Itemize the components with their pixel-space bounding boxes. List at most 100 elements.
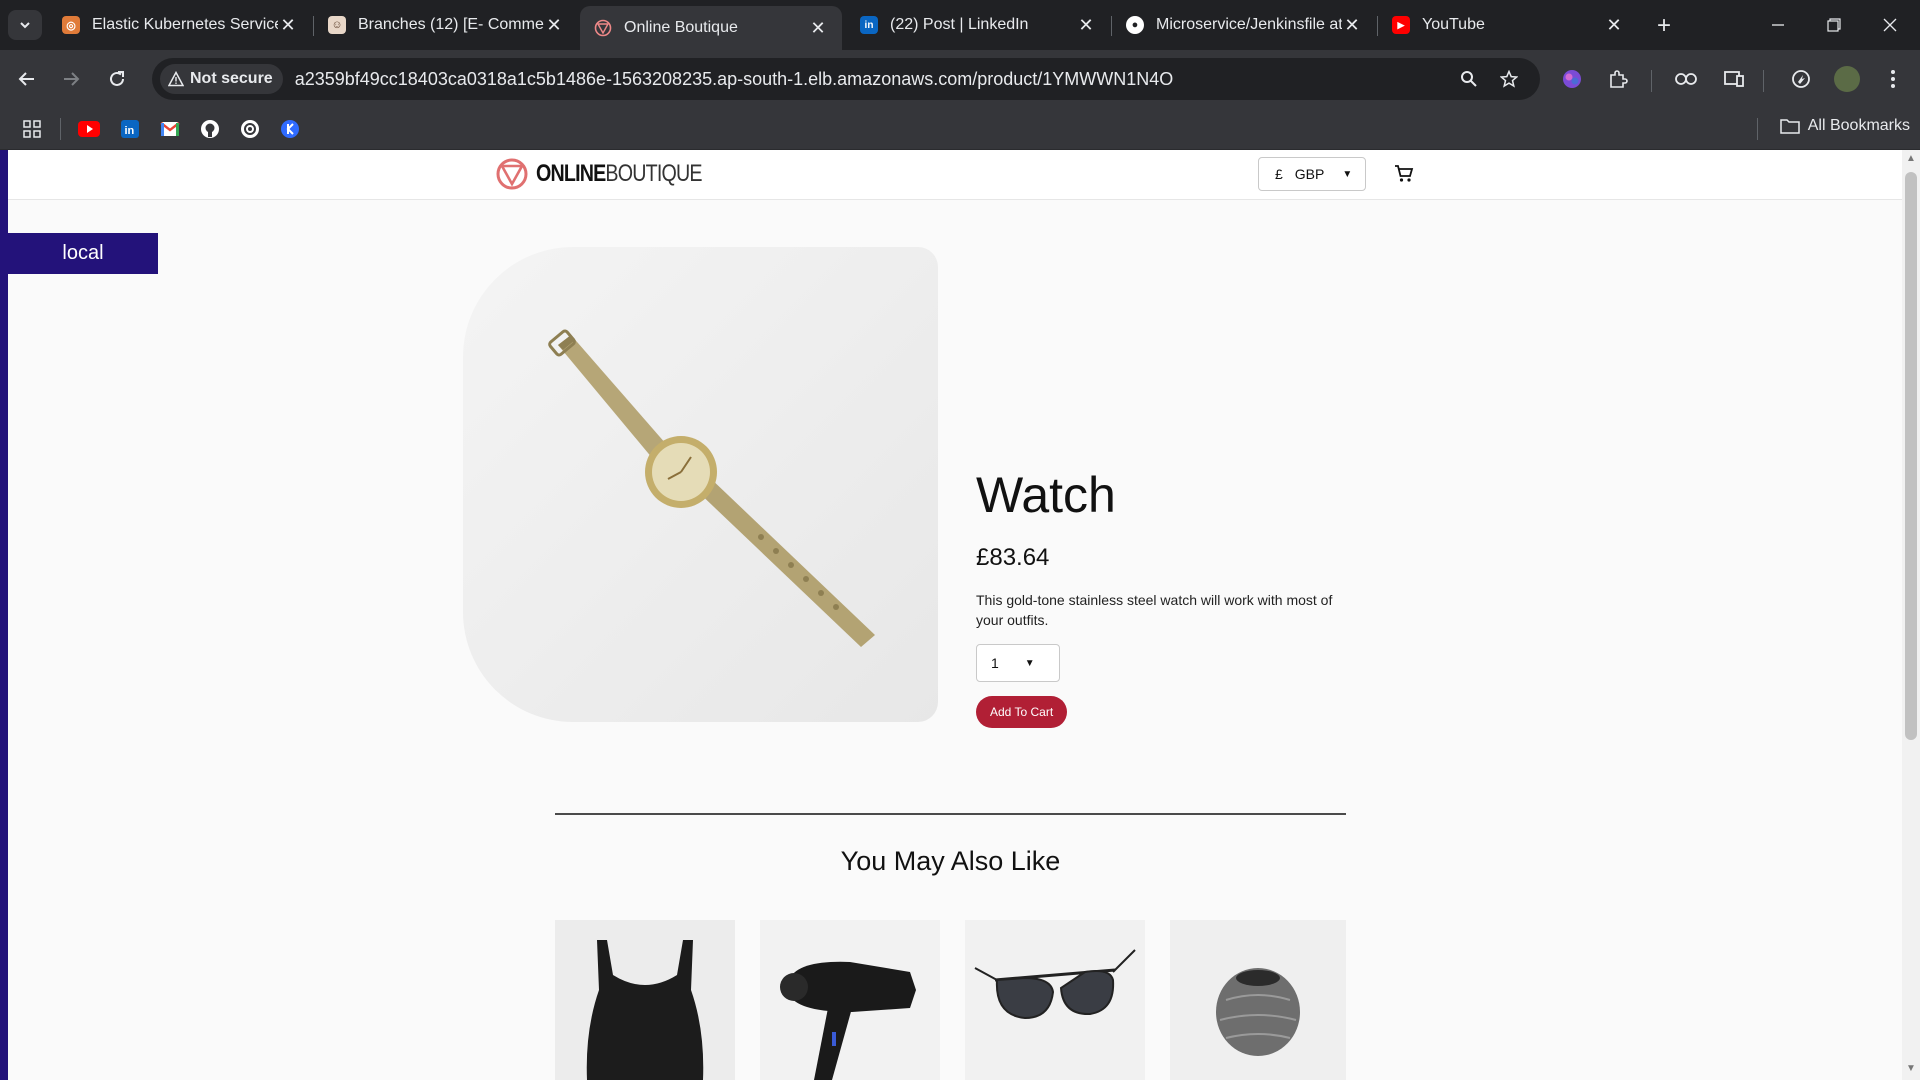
chatgpt-bookmark-icon[interactable] bbox=[238, 117, 262, 141]
link-icon bbox=[1675, 73, 1697, 85]
bookmarks-bar: in All Bookmarks bbox=[0, 108, 1920, 150]
aws-icon: ◎ bbox=[62, 16, 80, 34]
env-side-stripe bbox=[0, 150, 8, 1080]
cart-button[interactable] bbox=[1392, 162, 1416, 186]
bookmark-star-button[interactable] bbox=[1494, 64, 1524, 94]
all-bookmarks-button[interactable]: All Bookmarks bbox=[1780, 117, 1910, 135]
youtube-icon: ▶ bbox=[1392, 16, 1410, 34]
chevron-down-icon bbox=[20, 22, 30, 29]
tab-linkedin[interactable]: in (22) Post | LinkedIn ✕ bbox=[846, 6, 1110, 44]
recommendations-heading: You May Also Like bbox=[840, 846, 1061, 876]
security-label: Not secure bbox=[190, 70, 273, 87]
close-icon[interactable]: ✕ bbox=[1604, 15, 1624, 36]
toolbar-divider bbox=[1651, 70, 1652, 92]
tab-online-boutique[interactable]: Online Boutique ✕ bbox=[580, 6, 842, 50]
sunglasses-image[interactable] bbox=[965, 920, 1145, 1080]
apps-icon[interactable] bbox=[20, 117, 44, 141]
tab-label: Branches (12) [E- Commerce bbox=[358, 16, 544, 33]
security-chip[interactable]: Not secure bbox=[160, 64, 283, 94]
restore-button[interactable] bbox=[1814, 8, 1854, 42]
minimize-icon bbox=[1772, 24, 1784, 26]
logo-light: BOUTIQUE bbox=[605, 160, 702, 187]
browser-menu-button[interactable] bbox=[1878, 64, 1908, 94]
currency-select[interactable]: £ GBP ▼ bbox=[1258, 157, 1366, 191]
bookmark-divider bbox=[60, 118, 61, 140]
scroll-up-arrow-icon[interactable]: ▲ bbox=[1906, 154, 1916, 164]
kodekloud-bookmark-icon[interactable] bbox=[278, 117, 302, 141]
avatar bbox=[1834, 66, 1860, 92]
reload-button[interactable] bbox=[100, 62, 134, 96]
scrollbar-thumb[interactable] bbox=[1905, 172, 1917, 740]
youtube-bookmark-icon[interactable] bbox=[77, 117, 101, 141]
close-icon[interactable]: ✕ bbox=[1342, 15, 1362, 36]
tab-jenkins[interactable]: ☺ Branches (12) [E- Commerce ✕ bbox=[314, 6, 578, 44]
product-description: This gold-tone stainless steel watch wil… bbox=[976, 592, 1333, 628]
window-close-button[interactable] bbox=[1870, 8, 1910, 42]
tab-github[interactable]: ● Microservice/Jenkinsfile at ✕ bbox=[1112, 6, 1376, 44]
logo-bold: ONLINE bbox=[536, 160, 606, 187]
quantity-value: 1 bbox=[991, 655, 999, 671]
all-bookmarks-label: All Bookmarks bbox=[1807, 117, 1910, 134]
tab-label: Elastic Kubernetes Service | bbox=[92, 16, 278, 33]
back-button[interactable] bbox=[10, 62, 44, 96]
minimize-button[interactable] bbox=[1758, 8, 1798, 42]
plus-icon: + bbox=[1656, 12, 1671, 39]
tab-label: (22) Post | LinkedIn bbox=[890, 16, 1029, 33]
scroll-down-arrow-icon[interactable]: ▼ bbox=[1906, 1064, 1916, 1074]
brain-icon bbox=[1563, 70, 1581, 88]
puzzle-icon bbox=[1610, 70, 1628, 88]
bookmark-divider bbox=[1757, 118, 1758, 140]
close-icon bbox=[1883, 18, 1897, 32]
folder-icon bbox=[1780, 119, 1800, 134]
github-bookmark-icon[interactable] bbox=[198, 117, 222, 141]
extension-ai-button[interactable] bbox=[1557, 64, 1587, 94]
extensions-button[interactable] bbox=[1603, 64, 1633, 94]
profile-button[interactable] bbox=[1832, 64, 1862, 94]
zoom-button[interactable] bbox=[1454, 64, 1484, 94]
linkedin-icon: in bbox=[860, 16, 878, 34]
jenkins-icon: ☺ bbox=[328, 16, 346, 34]
tab-strip: ◎ Elastic Kubernetes Service | ✕ ☺ Branc… bbox=[0, 0, 1920, 50]
toolbar-divider bbox=[1763, 70, 1764, 92]
hairdryer-image[interactable] bbox=[760, 920, 940, 1080]
reload-icon bbox=[110, 71, 124, 86]
tab-youtube[interactable]: ▶ YouTube ✕ bbox=[1378, 6, 1638, 44]
caret-down-icon: ▼ bbox=[1342, 168, 1353, 180]
cast-devices-button[interactable] bbox=[1719, 64, 1749, 94]
more-vert-icon bbox=[1891, 70, 1895, 88]
close-icon[interactable]: ✕ bbox=[1076, 15, 1096, 36]
tab-search-button[interactable] bbox=[8, 10, 42, 40]
warning-icon bbox=[168, 71, 184, 87]
add-to-cart-button[interactable]: Add To Cart bbox=[976, 696, 1068, 728]
close-icon[interactable]: ✕ bbox=[808, 18, 828, 39]
svg-text:in: in bbox=[125, 125, 135, 137]
page-scrollbar[interactable]: ▲ ▼ bbox=[1902, 150, 1920, 1080]
tab-label: YouTube bbox=[1422, 16, 1485, 33]
product-price: £83.64 bbox=[976, 544, 1050, 571]
tab-eks[interactable]: ◎ Elastic Kubernetes Service | ✕ bbox=[48, 6, 312, 44]
copy-link-button[interactable] bbox=[1671, 64, 1701, 94]
product-name: Watch bbox=[976, 467, 1116, 523]
linkedin-bookmark-icon[interactable]: in bbox=[118, 117, 142, 141]
close-icon[interactable]: ✕ bbox=[278, 15, 298, 36]
url-text: a2359bf49cc18403ca0318a1c5b1486e-1563208… bbox=[294, 68, 1174, 89]
cart-icon bbox=[1395, 165, 1414, 182]
performance-button[interactable] bbox=[1786, 64, 1816, 94]
restore-icon bbox=[1827, 18, 1841, 32]
new-tab-button[interactable]: + bbox=[1650, 12, 1678, 40]
close-icon[interactable]: ✕ bbox=[544, 15, 564, 36]
site-logo[interactable]: ONLINEBOUTIQUE bbox=[496, 156, 738, 192]
currency-code: GBP bbox=[1294, 166, 1325, 182]
forward-button[interactable] bbox=[54, 62, 88, 96]
speed-icon bbox=[1792, 70, 1810, 88]
quantity-select[interactable]: 1 ▼ bbox=[976, 644, 1060, 682]
address-bar[interactable]: Not secure a2359bf49cc18403ca0318a1c5b14… bbox=[152, 58, 1540, 100]
tab-label: Online Boutique bbox=[624, 19, 738, 36]
devices-icon bbox=[1724, 71, 1744, 87]
candle-holder-image[interactable] bbox=[1170, 920, 1346, 1080]
tank-top-image[interactable] bbox=[555, 920, 735, 1080]
product-info: Watch £83.64 This gold-tone stainless st… bbox=[976, 466, 1346, 728]
section-divider bbox=[555, 813, 1346, 815]
github-icon: ● bbox=[1126, 16, 1144, 34]
gmail-bookmark-icon[interactable] bbox=[158, 117, 182, 141]
